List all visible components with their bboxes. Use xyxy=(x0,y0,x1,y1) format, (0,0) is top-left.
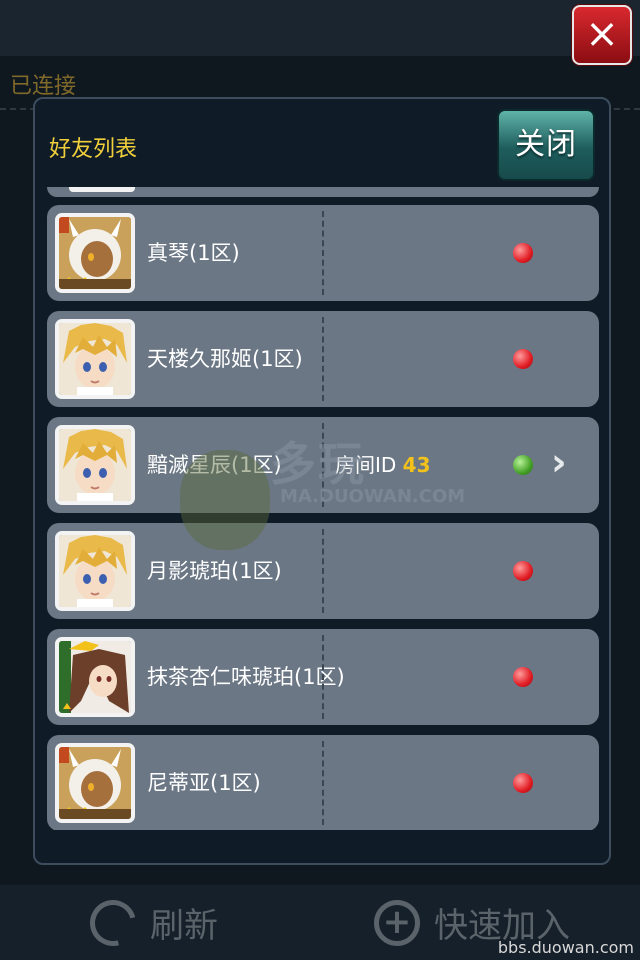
friend-list[interactable]: 真琴(1区) 天楼久那姬(1区) 黯滅星辰(1区) 房间ID 43 › 月影琥珀(1区) 抹… xyxy=(47,187,599,830)
friend-row[interactable]: 黯滅星辰(1区) 房间ID 43 › xyxy=(47,417,599,513)
chevron-right-icon[interactable]: › xyxy=(551,443,567,481)
room-label: 房间ID xyxy=(335,453,397,477)
column-divider xyxy=(322,317,324,401)
offline-status-icon xyxy=(513,349,533,369)
avatar xyxy=(55,319,135,399)
online-status-icon xyxy=(513,455,533,475)
friend-name: 黯滅星辰(1区) xyxy=(147,453,282,477)
friend-name: 尼蒂亚(1区) xyxy=(147,771,261,795)
column-divider xyxy=(322,423,324,507)
refresh-icon xyxy=(81,891,145,954)
close-button[interactable]: 关闭 xyxy=(497,109,595,181)
footer-watermark: bbs.duowan.com xyxy=(497,938,634,957)
avatar xyxy=(55,425,135,505)
room-info: 房间ID 43 xyxy=(335,449,431,478)
top-bar xyxy=(0,0,640,56)
refresh-label: 刷新 xyxy=(150,906,218,946)
avatar xyxy=(55,213,135,293)
offline-status-icon xyxy=(513,243,533,263)
offline-status-icon xyxy=(513,561,533,581)
dialog-title: 好友列表 xyxy=(49,137,138,162)
avatar xyxy=(55,531,135,611)
friend-row[interactable]: 月影琥珀(1区) xyxy=(47,523,599,619)
offline-status-icon xyxy=(513,773,533,793)
friend-name: 月影琥珀(1区) xyxy=(147,559,282,583)
list-item-partial xyxy=(47,187,599,197)
connection-status: 已连接 xyxy=(10,74,77,99)
column-divider xyxy=(322,211,324,295)
refresh-button[interactable]: 刷新 xyxy=(81,885,218,960)
friend-row[interactable]: 抹茶杏仁味琥珀(1区) xyxy=(47,629,599,725)
friend-row[interactable]: 真琴(1区) xyxy=(47,205,599,301)
close-icon[interactable]: × xyxy=(572,5,632,65)
offline-status-icon xyxy=(513,667,533,687)
room-id: 43 xyxy=(402,453,431,477)
plus-icon: + xyxy=(374,899,420,946)
friend-list-dialog: 好友列表 关闭 真琴(1区) 天楼久那姬(1区) 黯滅星辰(1区) 房间ID 43 › 月… xyxy=(33,97,611,865)
friend-name: 真琴(1区) xyxy=(147,241,240,265)
friend-row[interactable]: 天楼久那姬(1区) xyxy=(47,311,599,407)
avatar xyxy=(69,187,135,192)
avatar xyxy=(55,743,135,823)
column-divider xyxy=(322,529,324,613)
avatar xyxy=(55,637,135,717)
column-divider xyxy=(322,741,324,825)
friend-row[interactable]: 尼蒂亚(1区) xyxy=(47,735,599,830)
friend-name: 天楼久那姬(1区) xyxy=(147,347,303,371)
column-divider xyxy=(322,635,324,719)
friend-name: 抹茶杏仁味琥珀(1区) xyxy=(147,665,345,689)
